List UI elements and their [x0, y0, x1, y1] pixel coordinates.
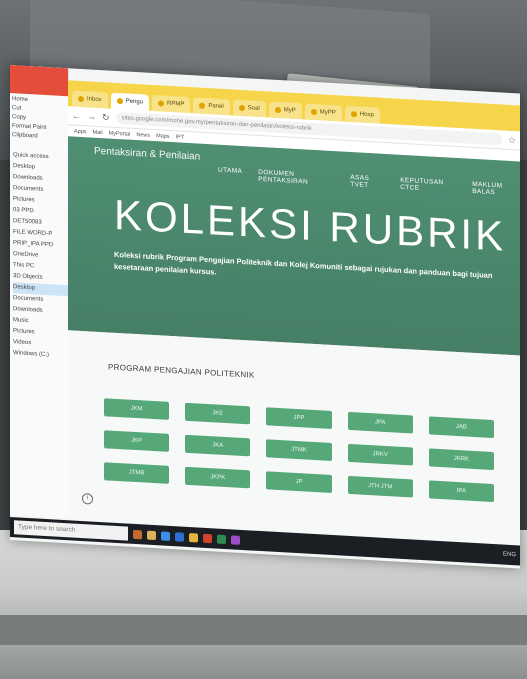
browser-tab[interactable]: Hosp [344, 105, 380, 124]
excel-icon[interactable] [217, 534, 226, 544]
forward-arrow-icon[interactable]: → [87, 111, 96, 122]
favicon-icon [78, 95, 84, 103]
system-tray-language[interactable]: ENG [503, 552, 516, 559]
program-button[interactable]: JKM [104, 398, 170, 420]
program-button[interactable]: JAB [428, 416, 494, 439]
ribbon-item: Clipboard [12, 132, 38, 140]
reload-icon[interactable]: ↻ [102, 112, 110, 123]
web-page: Pentaksiran & Penilaian UTAMA DOKUMEN PE… [68, 136, 520, 546]
onenote-icon[interactable] [231, 534, 240, 545]
file-explorer: Home Cut Copy Format Paint Clipboard Qui… [10, 65, 69, 519]
browser-tab[interactable]: Inbox [72, 90, 108, 109]
favicon-icon [116, 97, 123, 105]
back-arrow-icon[interactable]: ← [72, 110, 81, 121]
program-section: PROGRAM PENGAJIAN POLITEKNIK JKM JKE JPP… [68, 330, 520, 546]
program-button[interactable]: JKA [185, 434, 251, 457]
chrome-icon[interactable] [189, 532, 198, 543]
program-button[interactable]: JKP [104, 430, 170, 452]
nav-link-asas-tvet[interactable]: ASAS TVET [350, 174, 384, 190]
program-button[interactable]: JRKV [347, 443, 413, 466]
site-brand[interactable]: Pentaksiran & Penilaian [94, 146, 200, 163]
program-button[interactable]: JPA [347, 411, 413, 434]
explorer-ribbon: Home Cut Copy Format Paint Clipboard [10, 93, 68, 145]
browser-tab[interactable]: Soal [232, 99, 266, 118]
browser-tab-active[interactable]: Pengu [110, 92, 150, 111]
nav-link-utama[interactable]: UTAMA [218, 167, 242, 182]
mail-icon[interactable] [175, 531, 184, 542]
program-button[interactable]: JTMB [104, 462, 170, 484]
bookmark-item[interactable]: News [136, 132, 150, 139]
favicon-icon [310, 108, 317, 116]
program-button[interactable]: JTH JTM [347, 475, 413, 498]
browser-tab[interactable]: Panel [193, 97, 230, 116]
favicon-icon [274, 106, 281, 114]
nav-link-keputusan[interactable]: KEPUTUSAN CTCE [400, 177, 456, 194]
program-button-grid: JKM JKE JPP JPA JAB JKP JKA JTMK JRKV JK… [104, 398, 494, 503]
site-nav: UTAMA DOKUMEN PENTAKSIRAN ASAS TVET KEPU… [218, 167, 520, 198]
bookmark-item[interactable]: Maps [156, 133, 169, 140]
room-ledge [0, 615, 527, 645]
nav-item[interactable]: Windows (C:) [13, 348, 68, 362]
taskbar-search-input[interactable]: Type here to search [14, 520, 128, 541]
edge-icon[interactable] [161, 530, 170, 541]
program-button[interactable]: JKPK [185, 466, 251, 489]
program-button[interactable]: JKE [185, 402, 251, 425]
favicon-icon [158, 100, 165, 107]
program-button[interactable]: JKRK [428, 448, 494, 471]
favicon-icon [238, 104, 245, 112]
explorer-titlebar [10, 65, 68, 97]
file-explorer-icon[interactable] [147, 530, 156, 540]
bookmark-item[interactable]: Mail [93, 130, 103, 137]
nav-link-dokumen[interactable]: DOKUMEN PENTAKSIRAN [258, 169, 334, 187]
program-button[interactable]: JP [266, 471, 332, 493]
cortana-icon[interactable] [133, 529, 142, 539]
bookmark-item[interactable]: Apps [74, 129, 87, 136]
program-button[interactable]: IPA [428, 480, 494, 503]
browser-tab[interactable]: MyPP [304, 103, 342, 122]
page-title: KOLEKSI RUBRIK [114, 190, 507, 260]
bookmark-item[interactable]: IPT [176, 134, 185, 140]
section-title: PROGRAM PENGAJIAN POLITEKNIK [108, 362, 255, 380]
star-icon[interactable]: ☆ [508, 134, 516, 145]
nav-link-maklum-balas[interactable]: MAKLUM BALAS [472, 181, 520, 198]
bookmark-item[interactable]: MyPortal [109, 131, 131, 138]
browser-tab[interactable]: MyP [268, 101, 302, 120]
browser-window: Inbox Pengu RPMP Panel Soal MyP MyPP Hos… [68, 80, 520, 546]
favicon-icon [350, 111, 357, 118]
program-button[interactable]: JTMK [266, 439, 332, 461]
projected-screen: Home Cut Copy Format Paint Clipboard Qui… [10, 65, 520, 569]
program-button[interactable]: JPP [266, 407, 332, 429]
hero-banner: Pentaksiran & Penilaian UTAMA DOKUMEN PE… [68, 136, 520, 356]
browser-tab[interactable]: RPMP [152, 94, 191, 114]
powerpoint-icon[interactable] [203, 533, 212, 543]
explorer-nav-pane: Quick access Desktop Downloads Documents… [10, 150, 68, 362]
info-icon[interactable]: i [82, 493, 93, 505]
favicon-icon [199, 102, 206, 109]
